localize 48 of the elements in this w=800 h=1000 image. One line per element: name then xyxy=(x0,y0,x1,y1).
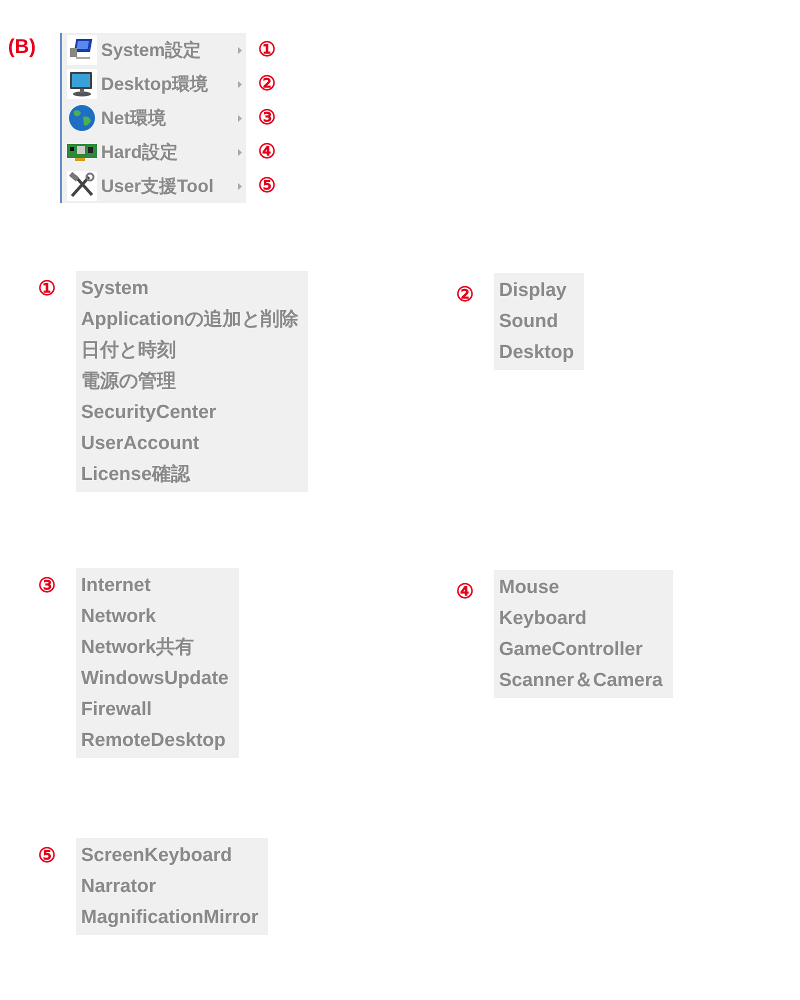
submenu-item[interactable]: Narrator xyxy=(81,871,258,902)
menu-item[interactable]: System設定 xyxy=(60,33,246,67)
submenu-item[interactable]: System xyxy=(81,273,298,304)
submenu-arrow-icon xyxy=(238,182,242,190)
menu-item[interactable]: Desktop環境 xyxy=(60,67,246,101)
submenu-item[interactable]: Sound xyxy=(499,306,574,337)
submenu-item[interactable]: MagnificationMirror xyxy=(81,902,258,933)
submenu-item[interactable]: Display xyxy=(499,275,574,306)
submenu-arrow-icon xyxy=(238,80,242,88)
figure-label: (B) xyxy=(8,36,37,59)
circled-number: ③ xyxy=(258,108,276,128)
submenu-item[interactable]: WindowsUpdate xyxy=(81,663,229,694)
menu-item[interactable]: Hard設定 xyxy=(60,135,246,169)
circled-number: ① xyxy=(38,279,56,299)
submenu-item[interactable]: Firewall xyxy=(81,694,229,725)
computer-icon xyxy=(67,35,97,65)
globe-icon xyxy=(67,103,97,133)
submenu-item[interactable]: 電源の管理 xyxy=(81,366,298,397)
submenu-item[interactable]: ScreenKeyboard xyxy=(81,840,258,871)
circled-number: ③ xyxy=(38,576,56,596)
menu-item[interactable]: Net環境 xyxy=(60,101,246,135)
tools-icon xyxy=(67,171,97,201)
circled-number: ② xyxy=(258,74,276,94)
submenu-item[interactable]: Keyboard xyxy=(499,603,663,634)
submenu-item[interactable]: RemoteDesktop xyxy=(81,725,229,756)
submenu-item[interactable]: Scanner＆Camera xyxy=(499,665,663,696)
circled-number: ⑤ xyxy=(258,176,276,196)
submenu-arrow-icon xyxy=(238,148,242,156)
submenu-item[interactable]: Desktop xyxy=(499,337,574,368)
submenu-item[interactable]: GameController xyxy=(499,634,663,665)
submenu-item[interactable]: SecurityCenter xyxy=(81,397,298,428)
submenu-item[interactable]: 日付と時刻 xyxy=(81,335,298,366)
monitor-icon xyxy=(67,69,97,99)
submenu-arrow-icon xyxy=(238,114,242,122)
submenu-arrow-icon xyxy=(238,46,242,54)
menu-item[interactable]: User支援Tool xyxy=(60,169,246,203)
submenu-item[interactable]: Mouse xyxy=(499,572,663,603)
circled-number: ① xyxy=(258,40,276,60)
submenu-item[interactable]: Applicationの追加と削除 xyxy=(81,304,298,335)
submenu-item[interactable]: License確認 xyxy=(81,459,298,490)
circled-number: ④ xyxy=(258,142,276,162)
submenu-item[interactable]: UserAccount xyxy=(81,428,298,459)
circled-number: ② xyxy=(456,285,474,305)
submenu-item[interactable]: Network共有 xyxy=(81,632,229,663)
submenu-item[interactable]: Network xyxy=(81,601,229,632)
circled-number: ④ xyxy=(456,582,474,602)
submenu-item[interactable]: Internet xyxy=(81,570,229,601)
circled-number: ⑤ xyxy=(38,846,56,866)
